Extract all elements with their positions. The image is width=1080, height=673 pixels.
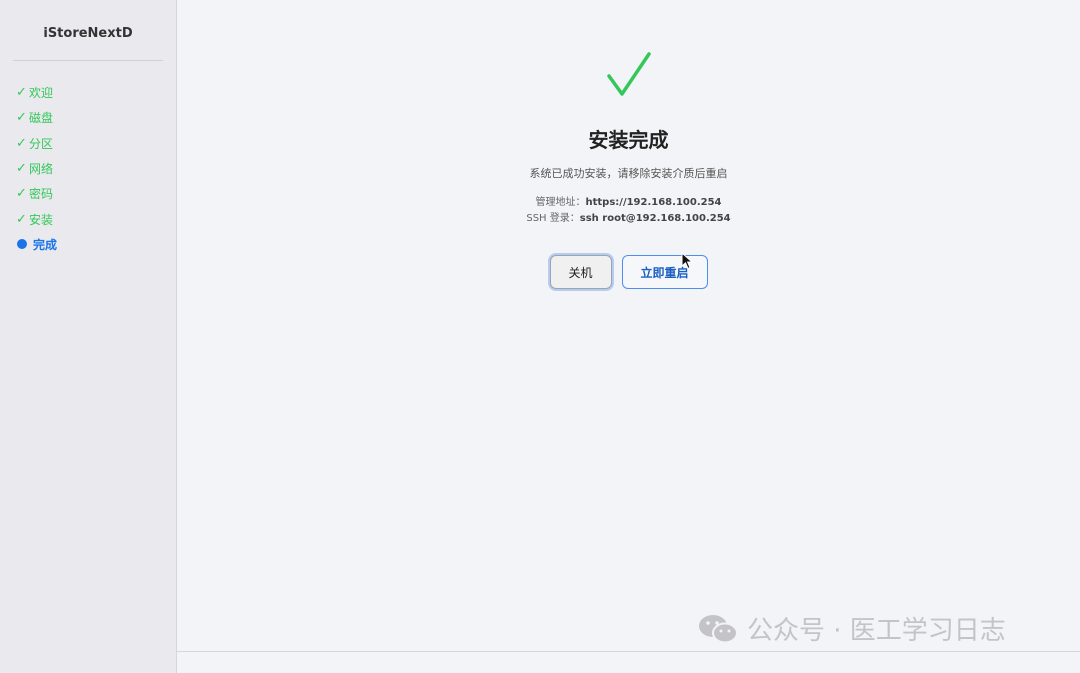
admin-address-row: 管理地址：https://192.168.100.254 (177, 195, 1080, 211)
page-subtitle: 系统已成功安装，请移除安装介质后重启 (529, 167, 728, 180)
shutdown-button[interactable]: 关机 (549, 255, 612, 289)
step-install: ✓ 安装 (16, 206, 57, 231)
action-buttons: 关机 立即重启 (177, 255, 1080, 289)
step-list: ✓ 欢迎 ✓ 磁盘 ✓ 分区 ✓ 网络 ✓ 密码 ✓ 安装 完成 (16, 80, 57, 257)
access-info: 管理地址：https://192.168.100.254 SSH 登录：ssh … (177, 195, 1080, 227)
step-label: 磁盘 (29, 111, 54, 126)
step-finish: 完成 (16, 232, 57, 257)
sidebar: iStoreNextD ✓ 欢迎 ✓ 磁盘 ✓ 分区 ✓ 网络 ✓ 密码 ✓ 安… (0, 0, 177, 673)
installer-window: iStoreNextD ✓ 欢迎 ✓ 磁盘 ✓ 分区 ✓ 网络 ✓ 密码 ✓ 安… (0, 0, 1080, 673)
watermark-text: 公众号 · 医工学习日志 (747, 616, 1006, 646)
step-password: ✓ 密码 (16, 181, 57, 206)
step-label: 欢迎 (29, 86, 54, 101)
brand-title: iStoreNextD (43, 26, 133, 41)
step-label: 网络 (29, 162, 54, 177)
check-mark-icon: ✓ (16, 85, 27, 101)
ssh-login-label: SSH 登录： (526, 213, 580, 224)
step-label: 分区 (29, 136, 54, 151)
check-mark-icon: ✓ (16, 186, 27, 202)
success-check-icon (606, 52, 651, 96)
admin-address-label: 管理地址： (535, 197, 586, 208)
mouse-cursor-icon (681, 252, 694, 270)
step-label: 密码 (29, 187, 54, 202)
step-label: 完成 (33, 237, 58, 252)
sidebar-divider (13, 60, 163, 61)
current-step-dot-icon (17, 239, 27, 250)
watermark: 公众号 · 医工学习日志 (697, 610, 1006, 647)
ssh-login-row: SSH 登录：ssh root@192.168.100.254 (177, 211, 1080, 227)
ssh-login-value: ssh root@192.168.100.254 (579, 213, 731, 224)
check-mark-icon: ✓ (16, 110, 27, 126)
step-welcome: ✓ 欢迎 (16, 80, 57, 105)
admin-address-value: https://192.168.100.254 (585, 197, 722, 208)
bottom-divider (177, 651, 1080, 652)
completion-content: 安装完成 系统已成功安装，请移除安装介质后重启 管理地址：https://192… (177, 50, 1080, 289)
main-panel: 安装完成 系统已成功安装，请移除安装介质后重启 管理地址：https://192… (177, 0, 1080, 673)
wechat-icon (699, 614, 738, 643)
check-mark-icon: ✓ (16, 211, 27, 227)
check-mark-icon: ✓ (16, 135, 27, 151)
check-mark-icon: ✓ (16, 161, 27, 177)
step-label: 安装 (29, 212, 54, 227)
step-network: ✓ 网络 (16, 156, 57, 181)
step-disk: ✓ 磁盘 (16, 105, 57, 130)
step-partition: ✓ 分区 (16, 131, 57, 156)
page-title: 安装完成 (588, 128, 669, 152)
